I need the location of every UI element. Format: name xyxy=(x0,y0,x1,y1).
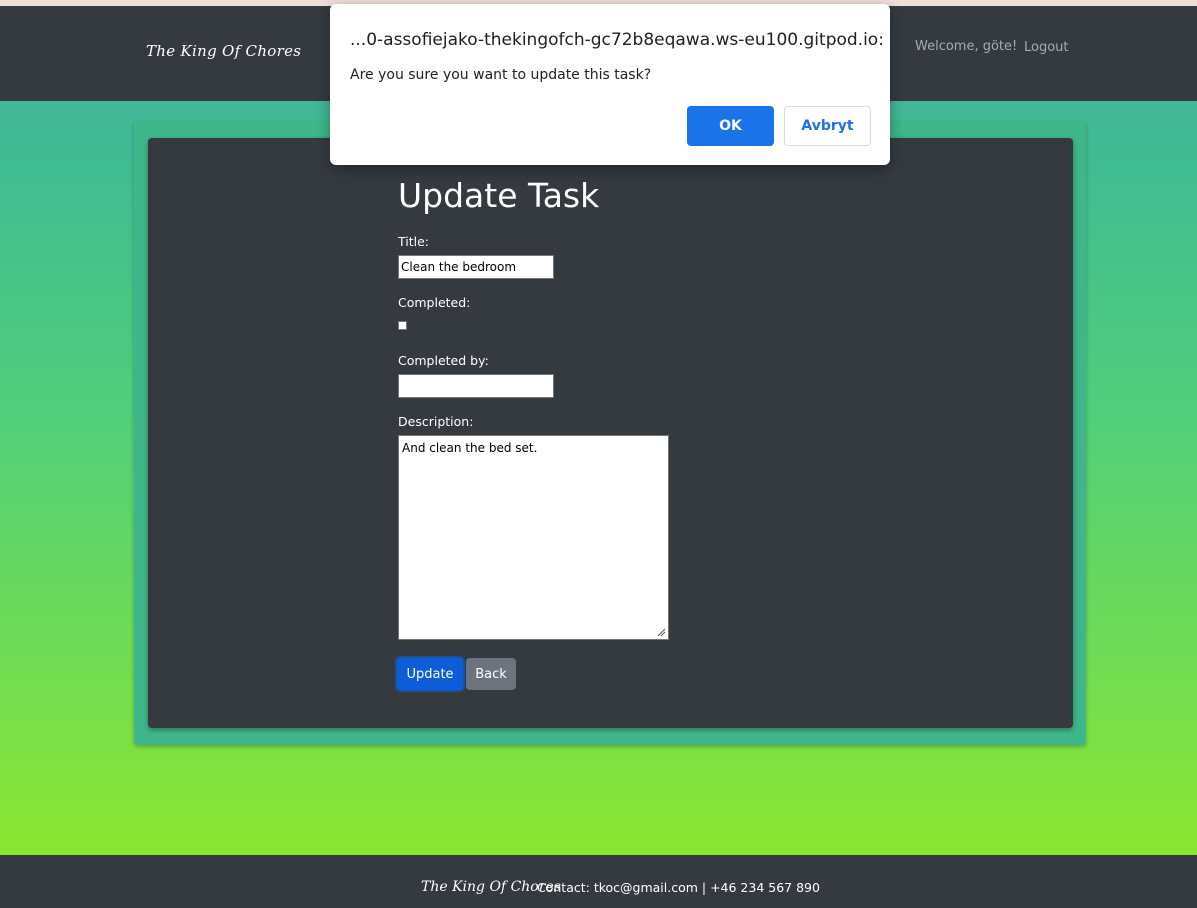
footer: The King Of Chores Contact: tkoc@gmail.c… xyxy=(0,855,1197,908)
completed-label: Completed: xyxy=(398,295,471,310)
dialog-origin: ...0-assofiejako-thekingofch-gc72b8eqawa… xyxy=(350,30,884,50)
page-title: Update Task xyxy=(398,176,600,215)
dialog-ok-button[interactable]: OK xyxy=(687,106,774,146)
description-textarea[interactable]: And clean the bed set. xyxy=(398,435,669,640)
logout-link[interactable]: Logout xyxy=(1024,40,1069,55)
update-button[interactable]: Update xyxy=(397,658,463,690)
completed-checkbox[interactable] xyxy=(398,321,407,330)
dialog-message: Are you sure you want to update this tas… xyxy=(350,67,652,83)
welcome-text: Welcome, göte! xyxy=(915,39,1018,54)
brand-logo[interactable]: The King Of Chores xyxy=(146,42,301,60)
completed-by-label: Completed by: xyxy=(398,353,489,368)
completed-by-input[interactable] xyxy=(398,374,554,398)
description-label: Description: xyxy=(398,414,474,429)
back-button[interactable]: Back xyxy=(466,658,516,690)
title-label: Title: xyxy=(398,234,429,249)
dialog-cancel-button[interactable]: Avbryt xyxy=(784,106,871,146)
footer-contact: Contact: tkoc@gmail.com | +46 234 567 89… xyxy=(537,880,820,895)
title-input[interactable] xyxy=(398,255,554,279)
confirm-dialog: ...0-assofiejako-thekingofch-gc72b8eqawa… xyxy=(330,4,890,165)
resize-grip-icon[interactable] xyxy=(656,627,666,637)
